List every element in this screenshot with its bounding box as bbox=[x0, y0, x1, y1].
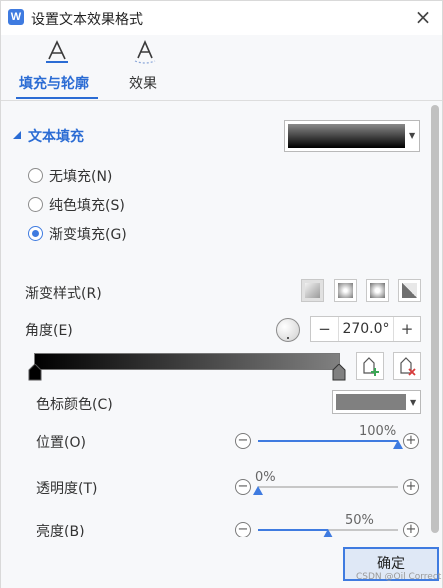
path-gradient-icon[interactable] bbox=[398, 279, 421, 302]
brightness-fill bbox=[258, 529, 328, 531]
radio-label-gradient-fill[interactable]: 渐变填充(G) bbox=[49, 224, 127, 244]
remove-gradient-stop-button[interactable] bbox=[393, 352, 421, 380]
text-effects-icon[interactable] bbox=[133, 39, 157, 65]
dialog-title: 设置文本效果格式 bbox=[31, 12, 143, 28]
stop-color-label: 色标颜色(C) bbox=[36, 397, 113, 413]
angle-increase-button[interactable]: + bbox=[393, 317, 420, 341]
angle-spinner: − 270.0° + bbox=[310, 316, 421, 342]
close-icon[interactable]: × bbox=[410, 4, 436, 30]
angle-dial[interactable] bbox=[276, 318, 300, 342]
wps-writer-icon: W bbox=[8, 9, 24, 25]
brightness-increase-button[interactable]: + bbox=[403, 522, 419, 537]
brightness-decrease-button[interactable]: − bbox=[235, 522, 251, 537]
transparency-label: 透明度(T) bbox=[36, 481, 98, 497]
position-label: 位置(O) bbox=[36, 435, 86, 451]
brightness-row: 亮度(B) − 50% + bbox=[1, 507, 429, 537]
add-gradient-stop-button[interactable] bbox=[356, 352, 384, 380]
chevron-down-icon: ▼ bbox=[410, 398, 417, 407]
tab-fill-outline[interactable]: 填充与轮廓 bbox=[19, 73, 89, 93]
angle-label: 角度(E) bbox=[25, 323, 73, 339]
collapse-triangle-icon[interactable] bbox=[13, 131, 22, 140]
remove-stop-icon bbox=[400, 357, 416, 376]
gradient-stop-left[interactable] bbox=[28, 364, 42, 381]
angle-input[interactable]: 270.0° bbox=[340, 317, 392, 341]
transparency-thumb[interactable] bbox=[253, 486, 263, 495]
watermark: CSDN @Oil Correct bbox=[356, 572, 442, 582]
gradient-style-label: 渐变样式(R) bbox=[25, 286, 102, 302]
rectangular-gradient-icon[interactable] bbox=[366, 279, 389, 302]
transparency-value: 0% bbox=[255, 470, 276, 485]
angle-decrease-button[interactable]: − bbox=[311, 317, 339, 341]
position-thumb[interactable] bbox=[393, 440, 403, 449]
tab-effects[interactable]: 效果 bbox=[129, 73, 157, 93]
scrollbar-thumb[interactable] bbox=[431, 105, 439, 533]
format-text-effects-dialog: W 设置文本效果格式 × 填充与轮廓 效果 文本填充 ▼ 无填充(N) 纯色填充… bbox=[0, 0, 443, 588]
add-stop-icon bbox=[363, 357, 379, 376]
brightness-label: 亮度(B) bbox=[36, 524, 85, 537]
gradient-preview-swatch bbox=[288, 124, 405, 148]
radio-gradient-fill[interactable] bbox=[28, 226, 43, 241]
gradient-stop-right[interactable] bbox=[332, 364, 346, 381]
position-value: 100% bbox=[359, 424, 397, 439]
transparency-decrease-button[interactable]: − bbox=[235, 479, 251, 495]
title-bar: W 设置文本效果格式 × bbox=[1, 1, 442, 35]
position-decrease-button[interactable]: − bbox=[235, 433, 251, 449]
transparency-track[interactable] bbox=[258, 486, 398, 488]
fill-gradient-dropdown[interactable]: ▼ bbox=[284, 120, 420, 152]
chevron-down-icon: ▼ bbox=[409, 131, 416, 140]
radio-label-no-fill[interactable]: 无填充(N) bbox=[49, 166, 112, 186]
transparency-increase-button[interactable]: + bbox=[403, 479, 419, 495]
stop-color-swatch bbox=[336, 394, 406, 410]
text-fill-outline-icon[interactable] bbox=[45, 39, 69, 65]
brightness-thumb[interactable] bbox=[323, 529, 333, 537]
active-tab-indicator bbox=[16, 97, 98, 99]
radio-solid-fill[interactable] bbox=[28, 197, 43, 212]
radio-no-fill[interactable] bbox=[28, 168, 43, 183]
radio-label-solid-fill[interactable]: 纯色填充(S) bbox=[49, 195, 125, 215]
position-increase-button[interactable]: + bbox=[403, 433, 419, 449]
brightness-value: 50% bbox=[345, 513, 374, 528]
section-title-text-fill[interactable]: 文本填充 bbox=[28, 126, 84, 146]
gradient-bar[interactable] bbox=[34, 353, 340, 370]
position-fill bbox=[258, 440, 398, 442]
stop-color-dropdown[interactable]: ▼ bbox=[332, 390, 421, 414]
radial-gradient-icon[interactable] bbox=[334, 279, 357, 302]
linear-gradient-icon[interactable] bbox=[301, 279, 324, 302]
